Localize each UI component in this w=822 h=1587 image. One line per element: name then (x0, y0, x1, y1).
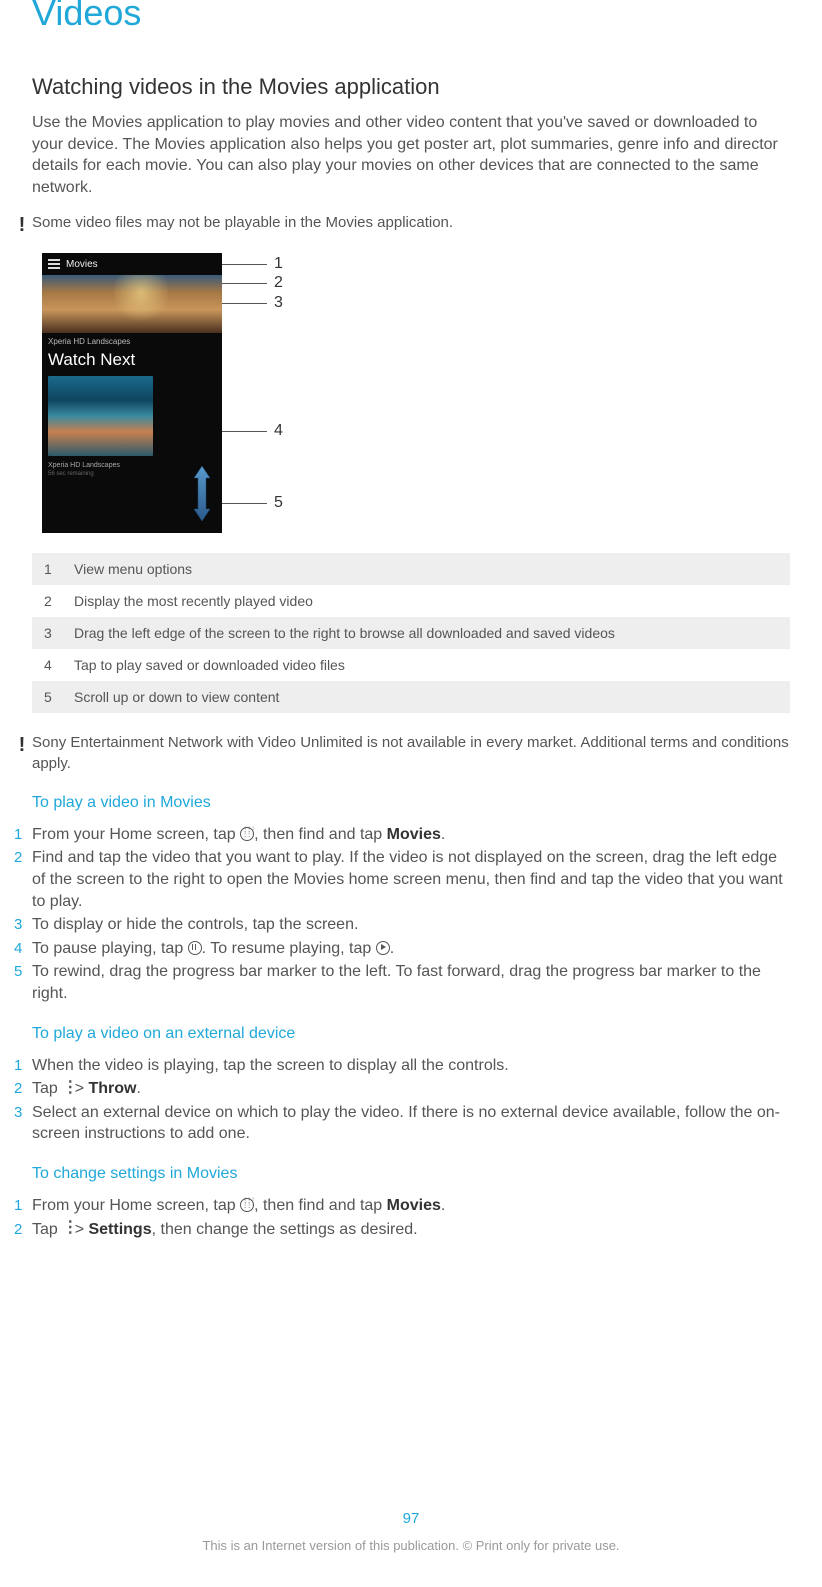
step-text: From your Home screen, tap , then find a… (32, 824, 790, 846)
apps-icon (240, 827, 254, 841)
legend-text: Drag the left edge of the screen to the … (74, 625, 778, 641)
note-2: ! Sony Entertainment Network with Video … (12, 733, 790, 774)
play-icon (376, 941, 390, 955)
app-figure: Movies Xperia HD Landscapes Watch Next X… (42, 253, 790, 533)
section-heading: Watching videos in the Movies applicatio… (32, 74, 790, 100)
app-header: Movies (42, 253, 222, 275)
step-text: Find and tap the video that you want to … (32, 847, 790, 912)
legend-num: 2 (44, 593, 74, 609)
step-text: Tap > Throw. (32, 1078, 790, 1100)
legend-row: 2 Display the most recently played video (32, 585, 790, 617)
callout-5: 5 (274, 494, 283, 512)
step-text: Tap > Settings, then change the settings… (32, 1219, 790, 1241)
exclamation-icon: ! (12, 213, 32, 235)
steps-change-settings: 1 From your Home screen, tap , then find… (14, 1195, 790, 1240)
step-text: When the video is playing, tap the scree… (32, 1055, 790, 1077)
step-num: 3 (14, 1102, 32, 1123)
callout-3: 3 (274, 294, 283, 312)
overflow-menu-icon (62, 1221, 70, 1235)
legend-row: 4 Tap to play saved or downloaded video … (32, 649, 790, 681)
pause-icon (188, 941, 202, 955)
step-num: 2 (14, 1219, 32, 1240)
step-text: Select an external device on which to pl… (32, 1102, 790, 1145)
page-number: 97 (0, 1510, 822, 1527)
hero-image (42, 275, 222, 333)
step-num: 1 (14, 824, 32, 845)
step-num: 2 (14, 1078, 32, 1099)
step-num: 2 (14, 847, 32, 868)
step-num: 5 (14, 961, 32, 982)
intro-paragraph: Use the Movies application to play movie… (32, 112, 790, 198)
steps-external-device: 1 When the video is playing, tap the scr… (14, 1055, 790, 1145)
step-text: From your Home screen, tap , then find a… (32, 1195, 790, 1217)
step-num: 1 (14, 1055, 32, 1076)
legend-row: 5 Scroll up or down to view content (32, 681, 790, 713)
app-header-title: Movies (66, 259, 98, 270)
hamburger-icon (48, 259, 60, 269)
legend-num: 1 (44, 561, 74, 577)
legend-num: 4 (44, 657, 74, 673)
step-num: 1 (14, 1195, 32, 1216)
footer-text: This is an Internet version of this publ… (0, 1538, 822, 1553)
legend-text: Scroll up or down to view content (74, 689, 778, 705)
step-text: To rewind, drag the progress bar marker … (32, 961, 790, 1004)
page-title: Videos (32, 0, 790, 34)
note-text: Sony Entertainment Network with Video Un… (32, 733, 790, 774)
step-num: 4 (14, 938, 32, 959)
callout-lines: 1 2 3 4 5 (222, 253, 302, 533)
legend-num: 3 (44, 625, 74, 641)
watch-next-heading: Watch Next (42, 348, 222, 376)
legend-num: 5 (44, 689, 74, 705)
legend-row: 1 View menu options (32, 553, 790, 585)
video-thumbnail (48, 376, 153, 456)
step-text: To display or hide the controls, tap the… (32, 914, 790, 936)
category-label: Xperia HD Landscapes (42, 333, 222, 348)
note-text: Some video files may not be playable in … (32, 213, 790, 233)
scroll-arrow-icon (192, 466, 212, 521)
exclamation-icon: ! (12, 733, 32, 755)
legend-text: View menu options (74, 561, 778, 577)
note-1: ! Some video files may not be playable i… (12, 213, 790, 235)
legend-text: Tap to play saved or downloaded video fi… (74, 657, 778, 673)
legend-text: Display the most recently played video (74, 593, 778, 609)
overflow-menu-icon (62, 1081, 70, 1095)
step-num: 3 (14, 914, 32, 935)
step-text: To pause playing, tap . To resume playin… (32, 938, 790, 960)
callout-4: 4 (274, 422, 283, 440)
callout-2: 2 (274, 274, 283, 292)
legend-row: 3 Drag the left edge of the screen to th… (32, 617, 790, 649)
callout-1: 1 (274, 255, 283, 273)
apps-icon (240, 1198, 254, 1212)
phone-screen: Movies Xperia HD Landscapes Watch Next X… (42, 253, 222, 533)
subheading-change-settings: To change settings in Movies (32, 1165, 790, 1183)
subheading-play-video: To play a video in Movies (32, 794, 790, 812)
legend-table: 1 View menu options 2 Display the most r… (32, 553, 790, 713)
subheading-external-device: To play a video on an external device (32, 1025, 790, 1043)
steps-play-video: 1 From your Home screen, tap , then find… (14, 824, 790, 1005)
